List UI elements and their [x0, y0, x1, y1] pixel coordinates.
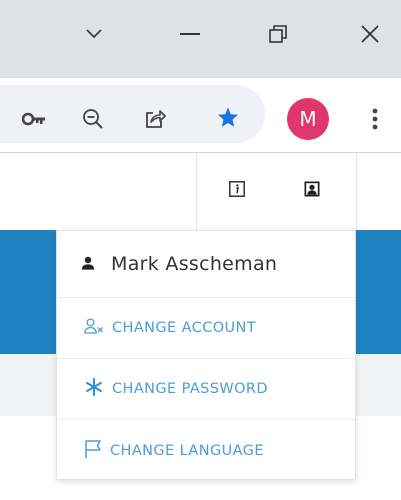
browser-toolbar: M	[0, 78, 401, 153]
minimize-button[interactable]	[158, 8, 222, 60]
user-dropdown-menu: Mark Asscheman CHANGE ACCOUNT CHANGE PAS…	[56, 230, 356, 480]
user-switch-icon	[84, 318, 104, 338]
change-password-label: CHANGE PASSWORD	[112, 381, 268, 397]
browser-titlebar	[0, 0, 401, 78]
user-name: Mark Asscheman	[111, 253, 278, 275]
change-account-item[interactable]: CHANGE ACCOUNT	[57, 298, 355, 359]
profile-avatar[interactable]: M	[287, 98, 329, 140]
user-menu-button[interactable]	[296, 175, 328, 207]
restore-icon	[268, 24, 288, 44]
change-language-item[interactable]: CHANGE LANGUAGE	[57, 420, 355, 481]
header-divider	[196, 153, 197, 230]
close-icon	[360, 24, 380, 44]
chevron-down-icon	[85, 28, 103, 40]
key-icon[interactable]	[14, 99, 54, 139]
more-vert-icon[interactable]	[360, 98, 390, 140]
zoom-out-icon[interactable]	[73, 99, 113, 139]
change-language-label: CHANGE LANGUAGE	[110, 442, 264, 459]
bookmark-star-icon[interactable]	[208, 98, 248, 138]
share-icon[interactable]	[135, 99, 175, 139]
minimize-icon	[180, 32, 200, 36]
menu-user-row: Mark Asscheman	[57, 231, 355, 298]
app-header	[0, 153, 401, 230]
person-icon	[81, 255, 95, 274]
restore-button[interactable]	[246, 8, 310, 60]
user-portrait-icon	[304, 181, 320, 201]
info-button[interactable]	[221, 175, 253, 207]
flag-icon	[84, 439, 102, 463]
header-divider	[356, 153, 357, 230]
change-password-item[interactable]: CHANGE PASSWORD	[57, 359, 355, 420]
close-button[interactable]	[338, 8, 401, 60]
asterisk-icon	[84, 377, 104, 401]
tab-search-button[interactable]	[62, 8, 126, 60]
change-account-label: CHANGE ACCOUNT	[112, 320, 257, 336]
avatar-letter: M	[299, 107, 317, 131]
info-icon	[229, 181, 245, 201]
